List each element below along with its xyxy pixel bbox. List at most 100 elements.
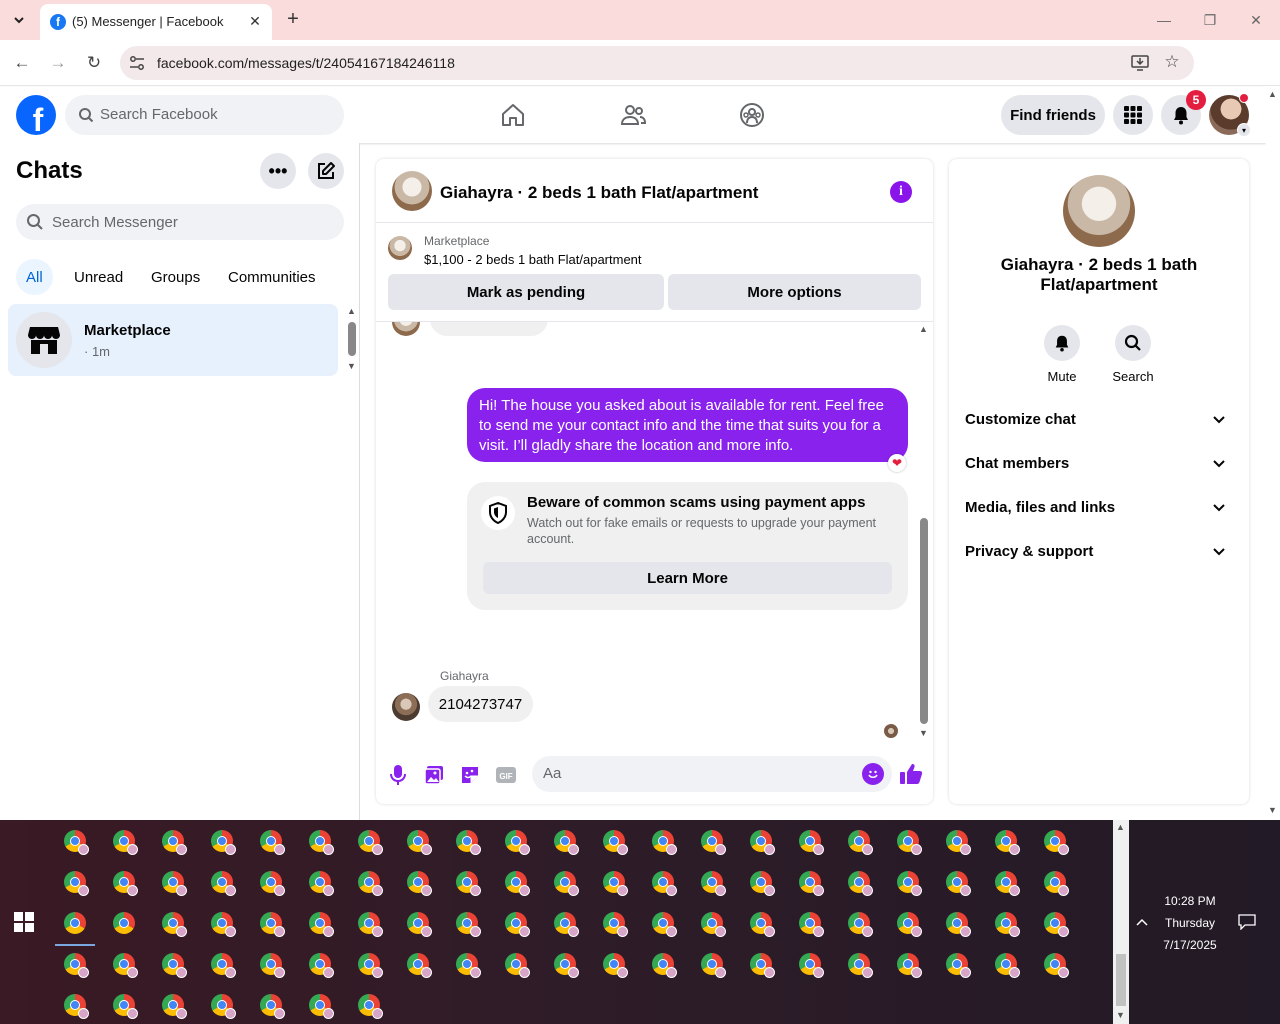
back-icon[interactable]: ← (11, 52, 33, 74)
chrome-app-icon[interactable] (995, 830, 1020, 855)
privacy-support-row[interactable]: Privacy & support (965, 543, 1233, 567)
chrome-app-icon[interactable] (64, 912, 86, 934)
emoji-icon[interactable] (862, 763, 884, 785)
message-input[interactable]: Aa (532, 756, 892, 792)
chrome-app-icon[interactable] (407, 953, 432, 978)
chrome-app-icon[interactable] (211, 871, 236, 896)
browser-tab[interactable]: f (5) Messenger | Facebook ✕ (40, 4, 272, 40)
chrome-app-icon[interactable] (260, 830, 285, 855)
taskbar-scrollbar[interactable]: ▲ ▼ (1113, 820, 1129, 1024)
home-icon[interactable] (499, 101, 527, 129)
chrome-app-icon[interactable] (309, 830, 334, 855)
chrome-app-icon[interactable] (897, 912, 922, 937)
chrome-app-icon[interactable] (750, 871, 775, 896)
more-options-button[interactable]: More options (668, 274, 921, 310)
tray-chevron-up-icon[interactable] (1134, 912, 1150, 932)
chrome-app-icon[interactable] (358, 830, 383, 855)
action-center-icon[interactable] (1237, 912, 1257, 932)
close-tab-icon[interactable]: ✕ (246, 12, 264, 30)
chrome-app-icon[interactable] (946, 830, 971, 855)
chrome-app-icon[interactable] (309, 912, 334, 937)
find-friends-button[interactable]: Find friends (1001, 95, 1105, 135)
media-files-links-row[interactable]: Media, files and links (965, 499, 1233, 523)
chrome-app-icon[interactable] (113, 912, 135, 934)
message-list[interactable]: Hi! The house you asked about is availab… (376, 322, 933, 742)
filter-groups[interactable]: Groups (141, 259, 210, 295)
sender-avatar[interactable] (392, 693, 420, 721)
chrome-app-icon[interactable] (64, 871, 89, 896)
chrome-app-icon[interactable] (505, 830, 530, 855)
chrome-app-icon[interactable] (505, 871, 530, 896)
chats-options-button[interactable]: ••• (260, 153, 296, 189)
filter-all[interactable]: All (16, 259, 53, 295)
friends-icon[interactable] (619, 101, 647, 129)
microphone-icon[interactable] (386, 763, 410, 787)
chats-scrollbar[interactable]: ▲ ▼ (344, 306, 358, 376)
search-icon[interactable] (1115, 325, 1151, 361)
chrome-app-icon[interactable] (897, 953, 922, 978)
chrome-app-icon[interactable] (260, 953, 285, 978)
chrome-app-icon[interactable] (701, 871, 726, 896)
chrome-app-icon[interactable] (603, 953, 628, 978)
scroll-down-icon[interactable]: ▼ (1268, 805, 1277, 815)
chrome-app-icon[interactable] (701, 912, 726, 937)
photo-icon[interactable] (422, 763, 446, 787)
chrome-app-icon[interactable] (1044, 912, 1069, 937)
scroll-up-icon[interactable]: ▲ (1116, 822, 1125, 832)
chrome-app-icon[interactable] (848, 912, 873, 937)
tab-search-button[interactable] (6, 8, 32, 32)
chrome-app-icon[interactable] (799, 830, 824, 855)
chrome-app-icon[interactable] (799, 871, 824, 896)
chrome-app-icon[interactable] (309, 953, 334, 978)
conversation-avatar[interactable] (392, 171, 432, 211)
thumbs-up-icon[interactable] (898, 761, 924, 787)
mute-action[interactable]: Mute (1032, 325, 1092, 384)
chrome-app-icon[interactable] (505, 953, 530, 978)
facebook-logo-icon[interactable]: f (16, 95, 56, 135)
address-bar[interactable]: facebook.com/messages/t/2405416718424611… (120, 46, 1194, 80)
chrome-app-icon[interactable] (701, 953, 726, 978)
scroll-thumb[interactable] (348, 322, 356, 356)
chrome-app-icon[interactable] (603, 912, 628, 937)
info-icon[interactable]: i (890, 181, 912, 203)
chrome-app-icon[interactable] (113, 871, 138, 896)
learn-more-button[interactable]: Learn More (483, 562, 892, 594)
chrome-app-icon[interactable] (995, 912, 1020, 937)
restore-icon[interactable]: ❐ (1200, 10, 1220, 30)
install-app-icon[interactable] (1130, 53, 1150, 73)
chrome-app-icon[interactable] (162, 912, 187, 937)
chrome-app-icon[interactable] (211, 953, 236, 978)
heart-reaction-icon[interactable]: ❤ (888, 454, 906, 472)
chrome-app-icon[interactable] (897, 830, 922, 855)
messenger-search-input[interactable]: Search Messenger (16, 204, 344, 240)
chat-item-marketplace[interactable]: Marketplace · 1m (8, 304, 338, 376)
site-settings-icon[interactable] (128, 54, 146, 72)
chrome-app-icon[interactable] (995, 953, 1020, 978)
search-action[interactable]: Search (1103, 325, 1163, 384)
chrome-app-icon[interactable] (309, 871, 334, 896)
chrome-app-icon[interactable] (603, 830, 628, 855)
previous-message-bubble[interactable] (430, 322, 548, 336)
facebook-search-input[interactable]: Search Facebook (65, 95, 344, 135)
chrome-app-icon[interactable] (456, 953, 481, 978)
chrome-app-icon[interactable] (554, 830, 579, 855)
chat-members-row[interactable]: Chat members (965, 455, 1233, 479)
chrome-app-icon[interactable] (505, 912, 530, 937)
filter-unread[interactable]: Unread (64, 259, 133, 295)
star-icon[interactable]: ☆ (1162, 52, 1182, 72)
conversation-title[interactable]: Giahayra · 2 beds 1 bath Flat/apartment (440, 183, 758, 203)
chrome-app-icon[interactable] (162, 830, 187, 855)
chrome-app-icon[interactable] (1044, 830, 1069, 855)
chrome-app-icon[interactable] (456, 830, 481, 855)
bell-icon[interactable] (1044, 325, 1080, 361)
chrome-app-icon[interactable] (64, 830, 89, 855)
chrome-app-icon[interactable] (799, 953, 824, 978)
outgoing-message-bubble[interactable]: Hi! The house you asked about is availab… (467, 388, 908, 462)
chrome-app-icon[interactable] (113, 994, 138, 1019)
conversation-scrollbar[interactable]: ▲ ▼ (916, 322, 932, 742)
chrome-app-icon[interactable] (1044, 953, 1069, 978)
account-avatar[interactable]: ▾ (1209, 93, 1251, 137)
incoming-message-bubble[interactable]: 2104273747 (428, 686, 533, 722)
chrome-app-icon[interactable] (358, 871, 383, 896)
filter-communities[interactable]: Communities (218, 259, 326, 295)
